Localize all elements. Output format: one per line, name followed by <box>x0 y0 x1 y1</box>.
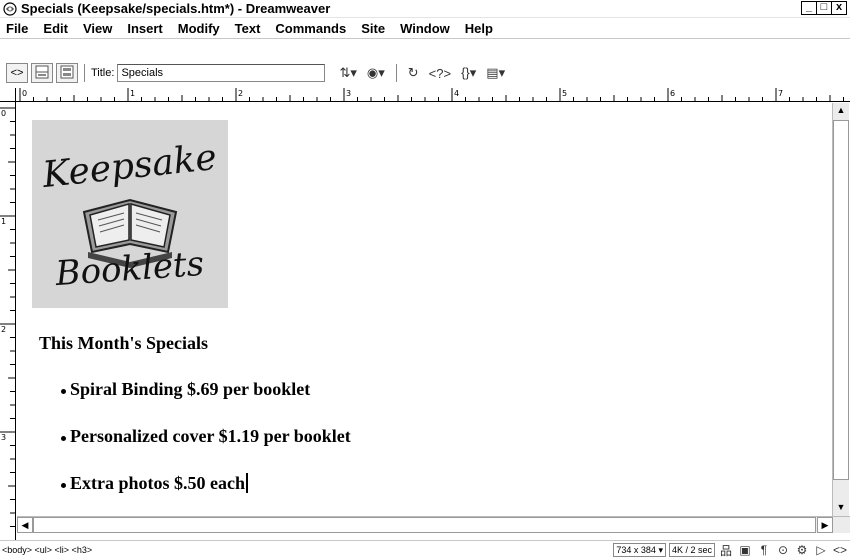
window-size-value: 734 x 384 <box>616 545 656 555</box>
ruler-label: 0 <box>22 89 27 98</box>
design-view-button[interactable] <box>56 63 78 83</box>
logo-text-keepsake: Keepsake <box>40 137 219 196</box>
menu-help[interactable]: Help <box>459 21 502 36</box>
logo-text-booklets: Booklets <box>53 244 205 294</box>
reference-icon[interactable]: <?> <box>429 66 451 81</box>
preview-browser-icon[interactable]: ◉▾ <box>367 65 385 81</box>
history-icon[interactable]: ▷ <box>813 543 829 557</box>
list-item-text: Personalized cover $1.19 per booklet <box>70 426 351 446</box>
menu-view[interactable]: View <box>77 21 121 36</box>
code-inspector-icon[interactable]: <> <box>832 543 848 557</box>
window-size-dropdown[interactable]: 734 x 384 ▾ <box>613 543 666 557</box>
bullet-icon <box>61 483 66 488</box>
ruler-label: 5 <box>562 89 567 98</box>
horizontal-ruler: 0 1 2 3 4 5 6 7 <box>16 88 850 102</box>
menu-bar: File Edit View Insert Modify Text Comman… <box>0 18 850 39</box>
document-toolbar: <> Title: ⇅▾ ◉▾ ↻ <?> {}▾ ▤▾ <box>0 40 850 88</box>
menu-site[interactable]: Site <box>355 21 394 36</box>
close-button[interactable]: x <box>831 1 847 15</box>
code-view-icon: <> <box>10 67 24 79</box>
ruler-label: 7 <box>778 89 783 98</box>
minimize-button[interactable]: _ <box>801 1 817 15</box>
tag-selector[interactable]: <body> <ul> <li> <h3> <box>2 545 92 555</box>
ruler-label: 6 <box>670 89 675 98</box>
list-item-text: Spiral Binding $.69 per booklet <box>70 379 311 399</box>
list-item[interactable]: Personalized cover $1.19 per booklet <box>61 426 351 473</box>
ruler-label: 3 <box>1 433 6 442</box>
menu-commands[interactable]: Commands <box>269 21 355 36</box>
ruler-label: 2 <box>1 325 6 334</box>
list-item[interactable]: Spiral Binding $.69 per booklet <box>61 379 351 426</box>
keepsake-booklets-logo[interactable]: Keepsake Booklets <box>32 120 228 308</box>
scroll-left-arrow[interactable]: ◀ <box>17 517 33 533</box>
list-item-text: Extra photos $.50 each <box>70 473 245 493</box>
menu-insert[interactable]: Insert <box>121 21 171 36</box>
ruler-label: 1 <box>1 217 6 226</box>
menu-window[interactable]: Window <box>394 21 459 36</box>
assets-icon[interactable]: ▣ <box>737 543 753 557</box>
html-styles-icon[interactable]: ¶ <box>756 543 772 557</box>
maximize-button[interactable]: □ <box>816 1 832 15</box>
menu-modify[interactable]: Modify <box>172 21 229 36</box>
code-navigation-icon[interactable]: {}▾ <box>461 65 476 81</box>
split-view-icon <box>35 65 49 82</box>
menu-edit[interactable]: Edit <box>37 21 77 36</box>
ruler-origin[interactable] <box>0 88 16 102</box>
site-icon[interactable]: 品 <box>718 542 734 558</box>
specials-list[interactable]: Spiral Binding $.69 per booklet Personal… <box>61 379 351 516</box>
ruler-label: 3 <box>346 89 351 98</box>
scroll-down-arrow[interactable]: ▼ <box>833 500 849 516</box>
download-stats: 4K / 2 sec <box>668 543 715 557</box>
text-cursor <box>246 473 248 493</box>
list-item[interactable]: Extra photos $.50 each <box>61 473 351 516</box>
page-title-label: Title: <box>91 67 115 79</box>
toolbar-separator <box>84 64 85 82</box>
refresh-icon[interactable]: ↻ <box>408 65 419 81</box>
vertical-ruler: 0 1 2 3 <box>0 102 16 542</box>
vertical-scrollbar[interactable]: ▲ ▼ <box>832 103 849 516</box>
ruler-label: 0 <box>1 109 6 118</box>
view-options-icon[interactable]: ▤▾ <box>486 65 505 81</box>
horizontal-scrollbar[interactable]: ◀ ▶ <box>17 516 850 533</box>
ruler-label: 1 <box>130 89 135 98</box>
behaviors-icon[interactable]: ⚙ <box>794 543 810 557</box>
file-management-icon[interactable]: ⇅▾ <box>339 65 356 81</box>
scroll-up-arrow[interactable]: ▲ <box>833 103 849 119</box>
window-title-bar: Specials (Keepsake/specials.htm*) - Drea… <box>0 0 850 18</box>
dreamweaver-app-icon <box>2 1 18 17</box>
menu-text[interactable]: Text <box>229 21 270 36</box>
ruler-label: 4 <box>454 89 459 98</box>
page-title-input[interactable] <box>117 64 326 82</box>
bullet-icon <box>61 389 66 394</box>
ruler-label: 2 <box>238 89 243 98</box>
status-bar: <body> <ul> <li> <h3> 734 x 384 ▾ 4K / 2… <box>0 540 850 558</box>
horizontal-scroll-thumb[interactable] <box>33 517 816 533</box>
split-view-button[interactable] <box>31 63 53 83</box>
vertical-scroll-thumb[interactable] <box>833 120 849 480</box>
document-window[interactable]: Keepsake Booklets This Month's Specials … <box>17 103 832 516</box>
design-view-icon <box>60 65 74 82</box>
css-styles-icon[interactable]: ⊙ <box>775 543 791 557</box>
page-heading[interactable]: This Month's Specials <box>39 333 208 354</box>
window-title: Specials (Keepsake/specials.htm*) - Drea… <box>21 1 331 16</box>
code-view-button[interactable]: <> <box>6 63 28 83</box>
menu-file[interactable]: File <box>0 21 37 36</box>
toolbar-separator <box>395 64 397 82</box>
bullet-icon <box>61 436 66 441</box>
scroll-right-arrow[interactable]: ▶ <box>817 517 833 533</box>
